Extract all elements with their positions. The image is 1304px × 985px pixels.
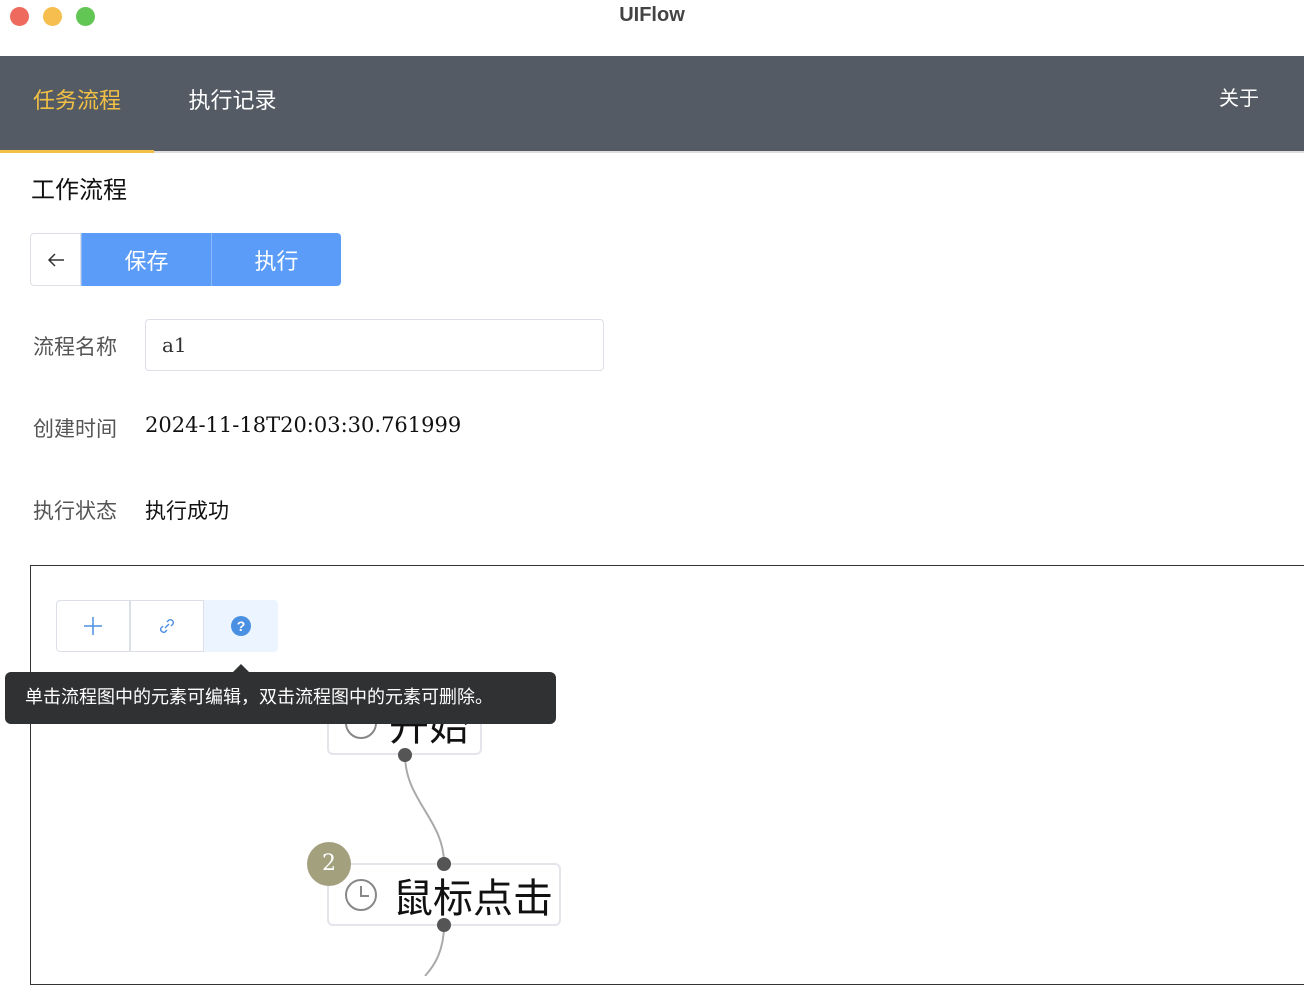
add-node-button[interactable] <box>56 600 130 652</box>
plus-icon <box>84 617 102 635</box>
flow-node-mouse-click[interactable]: 鼠标点击 <box>327 863 561 926</box>
svg-text:?: ? <box>237 618 246 634</box>
link-icon <box>160 619 174 633</box>
node-port[interactable] <box>437 857 451 871</box>
node-port[interactable] <box>398 748 412 762</box>
flow-edges <box>404 754 445 976</box>
help-icon: ? <box>231 616 251 636</box>
flow-toolbar: ? <box>56 600 278 652</box>
node-label: 鼠标点击 <box>393 875 553 922</box>
edge-click-to-next <box>424 924 445 976</box>
edge-start-to-click <box>404 754 445 864</box>
help-tooltip: 单击流程图中的元素可编辑，双击流程图中的元素可删除。 <box>5 664 556 724</box>
clock-icon <box>345 878 377 911</box>
node-order-badge: 2 <box>307 842 351 886</box>
add-link-button[interactable] <box>130 600 204 652</box>
help-button[interactable]: ? <box>204 600 278 652</box>
node-port[interactable] <box>437 918 451 932</box>
